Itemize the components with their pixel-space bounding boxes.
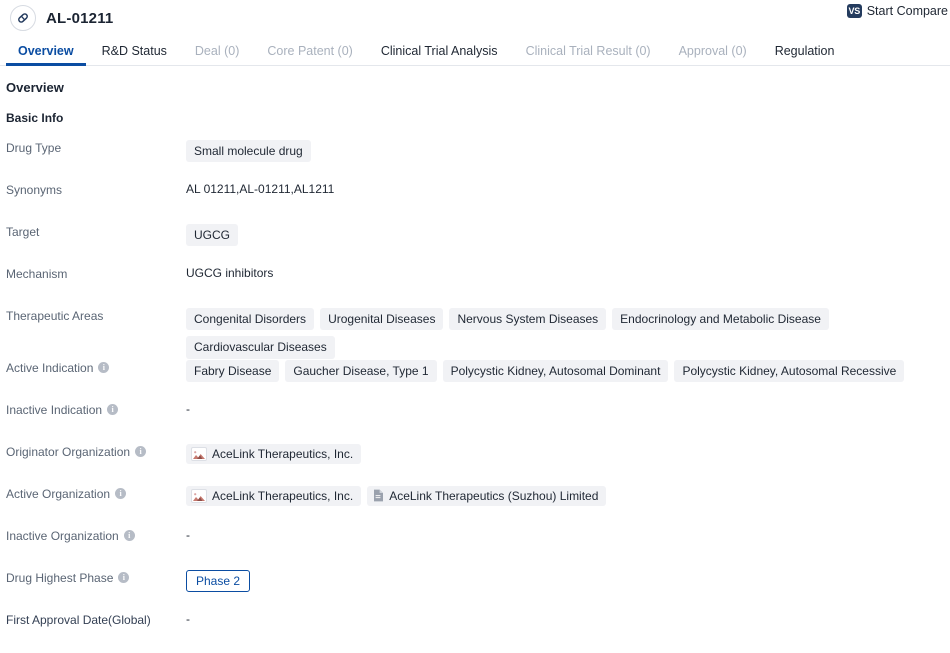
value-target: UGCG <box>186 223 950 247</box>
label-active-indication: Active Indication i <box>6 359 186 375</box>
label-text: First Approval Date(Global) <box>6 612 151 627</box>
info-icon[interactable]: i <box>135 446 147 458</box>
info-icon[interactable]: i <box>123 530 135 542</box>
organization-name: AceLink Therapeutics (Suzhou) Limited <box>389 488 599 503</box>
value-inactive-indication: - <box>186 401 950 416</box>
label-text: Inactive Organization <box>6 528 119 543</box>
overview-heading: Overview <box>6 80 64 95</box>
basic-info-rows: Drug Type Small molecule drug Synonyms AL 0… <box>6 139 950 653</box>
tab-regulation[interactable]: Regulation <box>761 44 849 66</box>
row-drug-highest-phase: Drug Highest Phase i Phase 2 <box>6 569 950 611</box>
label-synonyms: Synonyms <box>6 181 186 197</box>
tab-bar: Overview R&D Status Deal (0) Core Patent (0… <box>0 36 950 66</box>
chip[interactable]: Endocrinology and Metabolic Disease <box>612 308 829 331</box>
label-mechanism: Mechanism <box>6 265 186 281</box>
page-title: AL-01211 <box>46 9 114 27</box>
start-compare-button[interactable]: VS Start Compare <box>846 4 948 18</box>
document-icon <box>372 489 384 503</box>
label-text: Therapeutic Areas <box>6 309 104 323</box>
row-active-indication: Active Indication i Fabry Disease Gaucher D… <box>6 359 950 401</box>
row-active-organization: Active Organization i AceLink Therapeutics… <box>6 485 950 527</box>
organization-chip[interactable]: AceLink Therapeutics, Inc. <box>186 485 362 506</box>
info-icon[interactable]: i <box>118 572 130 584</box>
row-mechanism: Mechanism UGCG inhibitors <box>6 265 950 307</box>
organization-name: AceLink Therapeutics, Inc. <box>212 488 354 503</box>
label-text: Inactive Indication <box>6 402 103 417</box>
label-text: Active Indication <box>6 360 94 375</box>
chip[interactable]: Fabry Disease <box>186 359 280 383</box>
empty-value: - <box>186 401 190 416</box>
row-drug-type: Drug Type Small molecule drug <box>6 139 950 181</box>
chip[interactable]: Urogenital Diseases <box>320 308 444 331</box>
value-therapeutic-areas: Congenital Disorders Urogenital Diseases N… <box>186 307 950 359</box>
label-text: Synonyms <box>6 183 63 197</box>
company-logo-icon <box>191 446 207 461</box>
organization-name: AceLink Therapeutics, Inc. <box>212 446 354 461</box>
chip[interactable]: UGCG <box>186 224 238 247</box>
label-active-organization: Active Organization i <box>6 485 186 501</box>
tab-clinical-trial-result-0: Clinical Trial Result (0) <box>525 43 651 58</box>
chip[interactable]: Nervous System Diseases <box>449 308 607 331</box>
info-icon[interactable]: i <box>115 488 127 500</box>
chip[interactable]: Gaucher Disease, Type 1 <box>285 359 437 383</box>
row-synonyms: Synonyms AL 01211,AL-01211,AL1211 <box>6 181 950 223</box>
value-text: UGCG inhibitors <box>186 266 274 280</box>
label-therapeutic-areas: Therapeutic Areas <box>6 307 186 323</box>
chip[interactable]: Congenital Disorders <box>186 308 315 331</box>
label-text: Drug Type <box>6 141 62 155</box>
label-text: Mechanism <box>6 267 68 281</box>
capsule-icon <box>10 5 36 31</box>
label-first-approval-date-global: First Approval Date(Global) <box>6 611 186 627</box>
label-text: Originator Organization <box>6 444 131 459</box>
value-inactive-organization: - <box>186 527 950 542</box>
organization-chip[interactable]: AceLink Therapeutics (Suzhou) Limited <box>367 485 607 506</box>
value-active-indication: Fabry Disease Gaucher Disease, Type 1 Poly… <box>186 359 950 383</box>
row-inactive-indication: Inactive Indication i - <box>6 401 950 443</box>
value-first-approval-date-global: - <box>186 611 950 626</box>
row-first-approval-date-global: First Approval Date(Global) - <box>6 611 950 653</box>
label-drug-type: Drug Type <box>6 139 186 155</box>
info-icon[interactable]: i <box>98 362 110 374</box>
row-inactive-organization: Inactive Organization i - <box>6 527 950 569</box>
chip[interactable]: Small molecule drug <box>186 140 311 163</box>
label-text: Target <box>6 225 40 239</box>
label-inactive-organization: Inactive Organization i <box>6 527 186 543</box>
label-inactive-indication: Inactive Indication i <box>6 401 186 417</box>
value-drug-highest-phase: Phase 2 <box>186 569 950 593</box>
label-text: Active Organization <box>6 486 111 501</box>
label-text: Drug Highest Phase <box>6 570 114 585</box>
value-mechanism: UGCG inhibitors <box>186 265 950 280</box>
row-therapeutic-areas: Therapeutic Areas Congenital Disorders Uro… <box>6 307 950 359</box>
vs-icon: VS <box>846 4 862 18</box>
basic-info-heading: Basic Info <box>6 111 64 125</box>
label-drug-highest-phase: Drug Highest Phase i <box>6 569 186 585</box>
value-active-organization: AceLink Therapeutics, Inc. AceLink Therap… <box>186 485 950 506</box>
start-compare-label: Start Compare <box>866 4 948 18</box>
value-originator-organization: AceLink Therapeutics, Inc. <box>186 443 950 464</box>
row-target: Target UGCG <box>6 223 950 265</box>
empty-value: - <box>186 611 190 626</box>
tab-deal-0: Deal (0) <box>194 43 240 58</box>
empty-value: - <box>186 527 190 542</box>
label-target: Target <box>6 223 186 239</box>
page-header: AL-01211 VS Start Compare <box>0 0 950 36</box>
label-originator-organization: Originator Organization i <box>6 443 186 459</box>
tab-clinical-trial-analysis[interactable]: Clinical Trial Analysis <box>367 44 512 66</box>
value-text: AL 01211,AL-01211,AL1211 <box>186 182 335 196</box>
chip[interactable]: Polycystic Kidney, Autosomal Recessive <box>674 359 905 383</box>
tab-approval-0: Approval (0) <box>678 43 747 58</box>
organization-chip[interactable]: AceLink Therapeutics, Inc. <box>186 443 362 464</box>
company-logo-icon <box>191 488 207 503</box>
value-drug-type: Small molecule drug <box>186 139 950 163</box>
info-icon[interactable]: i <box>107 404 119 416</box>
value-synonyms: AL 01211,AL-01211,AL1211 <box>186 181 950 196</box>
row-originator-organization: Originator Organization i AceLink Therapeu… <box>6 443 950 485</box>
chip[interactable]: Polycystic Kidney, Autosomal Dominant <box>442 359 669 383</box>
tab-r-d-status[interactable]: R&D Status <box>88 44 181 66</box>
overview-panel: Overview Basic Info Drug Type Small molec… <box>0 66 950 653</box>
phase-badge[interactable]: Phase 2 <box>186 569 251 593</box>
tab-core-patent-0: Core Patent (0) <box>267 43 353 58</box>
chip[interactable]: Cardiovascular Diseases <box>186 336 335 359</box>
tab-overview[interactable]: Overview <box>4 44 88 66</box>
